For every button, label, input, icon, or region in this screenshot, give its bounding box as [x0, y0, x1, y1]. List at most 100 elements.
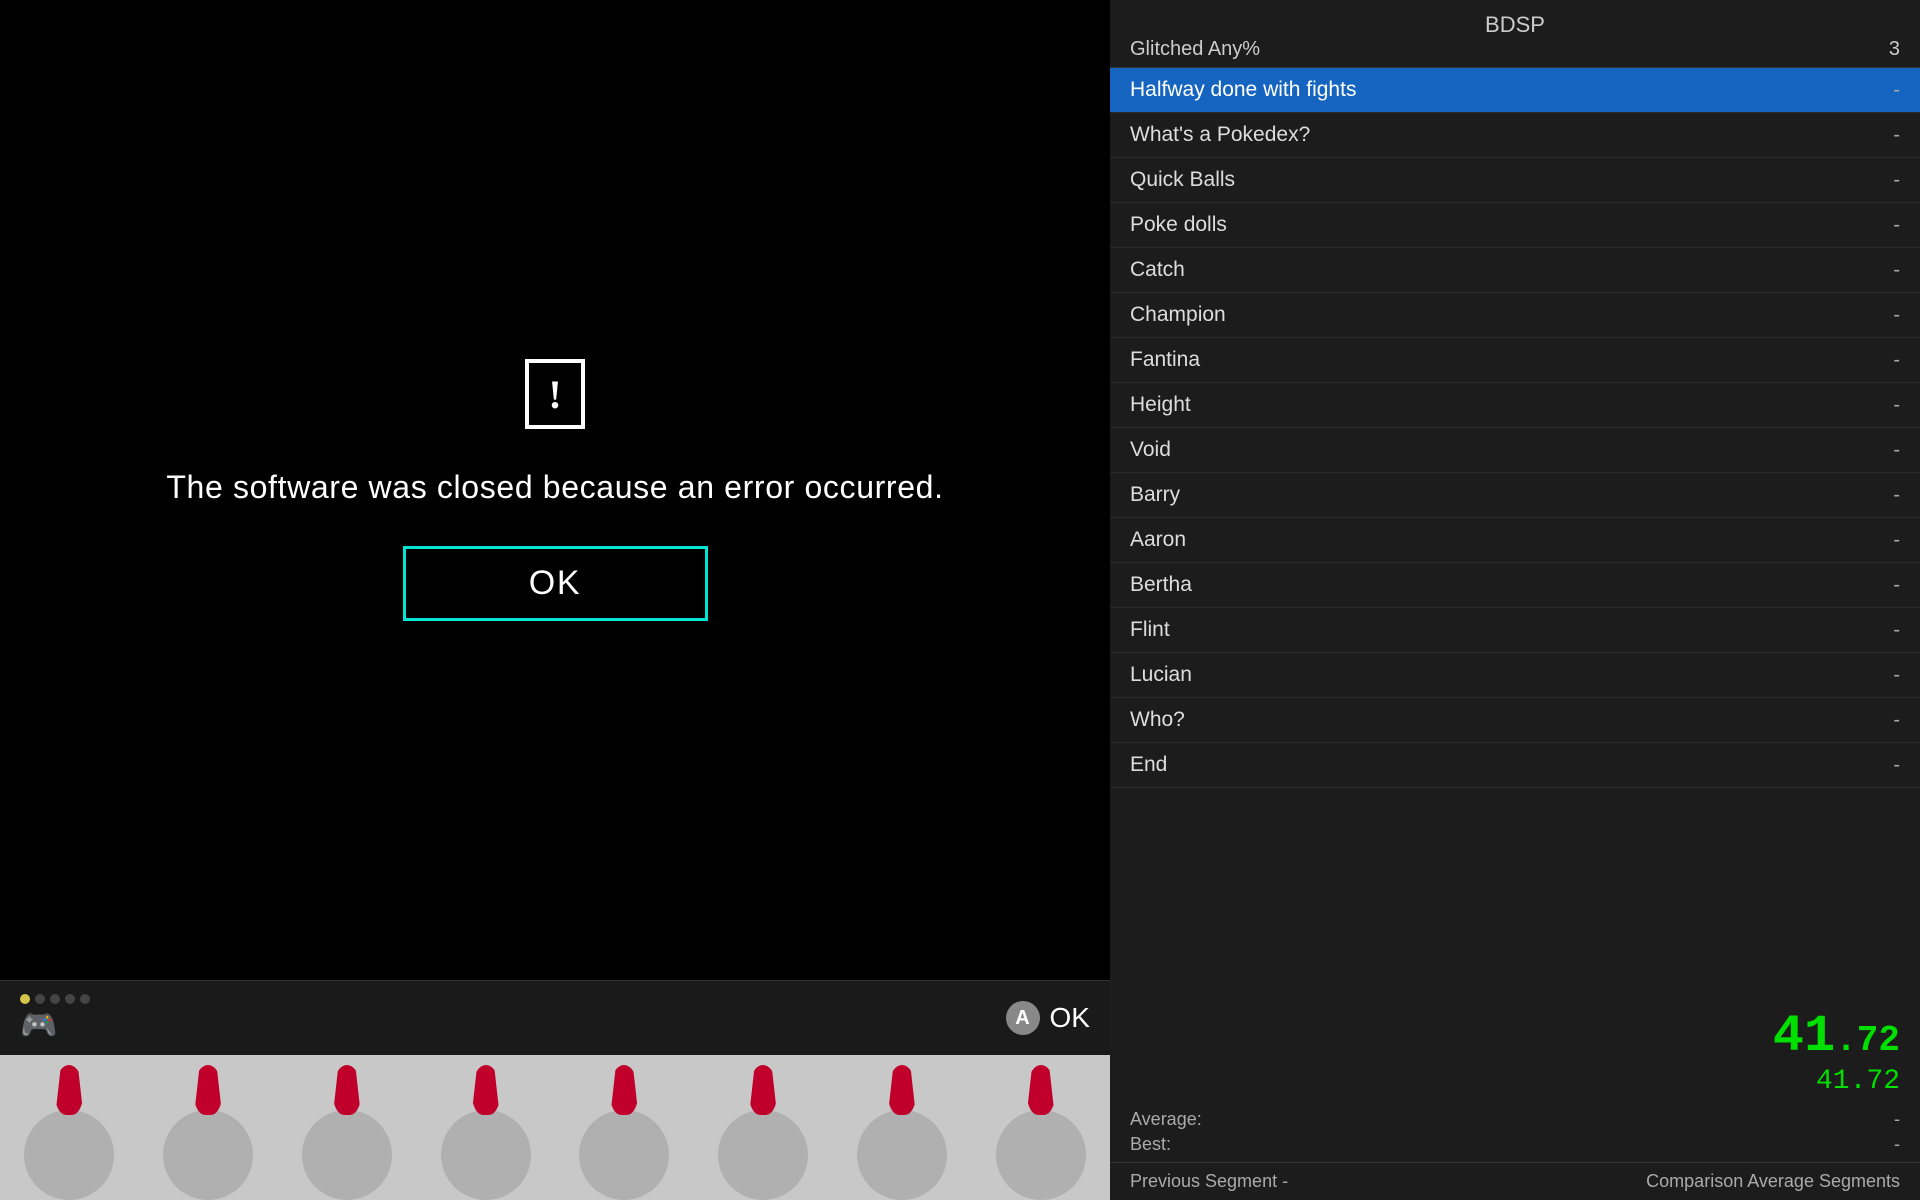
split-item-2[interactable]: Quick Balls - [1110, 158, 1920, 203]
split-time-11: - [1870, 574, 1900, 597]
dot-4 [65, 994, 75, 1004]
dot-2 [35, 994, 45, 1004]
split-label-8: Void [1130, 438, 1171, 462]
poke-body-4 [441, 1110, 531, 1200]
split-label-11: Bertha [1130, 573, 1192, 597]
split-item-9[interactable]: Barry- [1110, 473, 1920, 518]
poke-drop-6 [749, 1065, 777, 1115]
split-time-8: - [1870, 439, 1900, 462]
dot-1 [20, 994, 30, 1004]
poke-body-6 [718, 1110, 808, 1200]
controller-icon: 🎮 [20, 1008, 57, 1043]
poke-body-3 [302, 1110, 392, 1200]
split-time-12: - [1870, 619, 1900, 642]
split-item-10[interactable]: Aaron- [1110, 518, 1920, 563]
a-button-circle: A [1006, 1001, 1040, 1035]
ok-button[interactable]: OK [403, 546, 708, 621]
split-time-6: - [1870, 349, 1900, 372]
split-label-7: Height [1130, 393, 1191, 417]
split-label-3: Poke dolls [1130, 213, 1227, 237]
split-label-5: Champion [1130, 303, 1226, 327]
poke-drop-8 [1027, 1065, 1055, 1115]
game-title: BDSP [1130, 12, 1900, 38]
dot-3 [50, 994, 60, 1004]
split-item-14[interactable]: Who? - [1110, 698, 1920, 743]
hud-left: 🎮 [20, 994, 90, 1043]
split-item-6[interactable]: Fantina- [1110, 338, 1920, 383]
split-label-0: Halfway done with fights [1130, 78, 1356, 102]
hud-right: A OK [1006, 1001, 1090, 1035]
category-label: Glitched Any% [1130, 38, 1260, 61]
poke-slot-1 [0, 1055, 139, 1200]
poke-drop-1 [55, 1065, 83, 1115]
speedrun-header: BDSP Glitched Any% 3 [1110, 0, 1920, 68]
split-label-2: Quick Balls [1130, 168, 1235, 192]
split-time-14: - [1870, 709, 1900, 732]
split-item-13[interactable]: Lucian - [1110, 653, 1920, 698]
split-item-3[interactable]: Poke dolls- [1110, 203, 1920, 248]
hud-bar: 🎮 A OK [0, 980, 1110, 1055]
error-message: The software was closed because an error… [166, 469, 943, 506]
average-row: Average: - [1130, 1107, 1900, 1132]
exclamation-icon: ! [525, 359, 585, 429]
error-dialog: ! The software was closed because an err… [0, 0, 1110, 980]
split-time-0: - [1870, 79, 1900, 102]
split-label-12: Flint [1130, 618, 1170, 642]
previous-segment-label: Previous Segment [1130, 1171, 1277, 1191]
poke-slot-6 [694, 1055, 833, 1200]
dot-5 [80, 994, 90, 1004]
poke-body-2 [163, 1110, 253, 1200]
split-item-12[interactable]: Flint - [1110, 608, 1920, 653]
split-label-14: Who? [1130, 708, 1185, 732]
game-area: ! The software was closed because an err… [0, 0, 1110, 1200]
split-item-11[interactable]: Bertha - [1110, 563, 1920, 608]
split-label-13: Lucian [1130, 663, 1192, 687]
best-value: - [1894, 1134, 1900, 1155]
split-label-4: Catch [1130, 258, 1185, 282]
split-item-4[interactable]: Catch - [1110, 248, 1920, 293]
poke-slot-7 [833, 1055, 972, 1200]
poke-body-7 [857, 1110, 947, 1200]
best-label: Best: [1130, 1134, 1171, 1155]
split-time-9: - [1870, 484, 1900, 507]
split-label-15: End [1130, 753, 1167, 777]
poke-body-1 [24, 1110, 114, 1200]
average-value: - [1894, 1109, 1900, 1130]
poke-body-5 [579, 1110, 669, 1200]
poke-slot-4 [416, 1055, 555, 1200]
split-item-15[interactable]: End - [1110, 743, 1920, 788]
previous-segment-group: Previous Segment - [1130, 1171, 1288, 1192]
poke-slot-8 [971, 1055, 1110, 1200]
split-time-15: - [1870, 754, 1900, 777]
pokemon-strip [0, 1055, 1110, 1200]
split-time-7: - [1870, 394, 1900, 417]
comparison-label: Comparison [1646, 1171, 1743, 1191]
right-panel: BDSP Glitched Any% 3 Halfway done with f… [1110, 0, 1920, 1200]
poke-body-8 [996, 1110, 1086, 1200]
timer-sub: 41.72 [1130, 1066, 1900, 1097]
split-item-8[interactable]: Void - [1110, 428, 1920, 473]
split-item-5[interactable]: Champion - [1110, 293, 1920, 338]
stats-area: Average: - Best: - [1110, 1102, 1920, 1162]
split-item-7[interactable]: Height - [1110, 383, 1920, 428]
poke-slot-3 [278, 1055, 417, 1200]
split-item-1[interactable]: What's a Pokedex?- [1110, 113, 1920, 158]
poke-drop-2 [194, 1065, 222, 1115]
dots-row [20, 994, 90, 1004]
comparison-group: Comparison Average Segments [1646, 1171, 1900, 1192]
category-title: Glitched Any% 3 [1130, 38, 1900, 61]
split-time-4: - [1870, 259, 1900, 282]
split-time-5: - [1870, 304, 1900, 327]
footer-area: Previous Segment - Comparison Average Se… [1110, 1162, 1920, 1200]
split-time-13: - [1870, 664, 1900, 687]
timer-integer: 41 [1773, 1007, 1835, 1066]
split-time-2: - [1870, 169, 1900, 192]
split-time-10: - [1870, 529, 1900, 552]
split-item-0[interactable]: Halfway done with fights - [1110, 68, 1920, 113]
poke-drop-5 [610, 1065, 638, 1115]
hud-ok-label: OK [1050, 1002, 1090, 1034]
poke-drop-3 [333, 1065, 361, 1115]
run-count: 3 [1889, 38, 1900, 61]
poke-drop-4 [472, 1065, 500, 1115]
poke-slot-2 [139, 1055, 278, 1200]
